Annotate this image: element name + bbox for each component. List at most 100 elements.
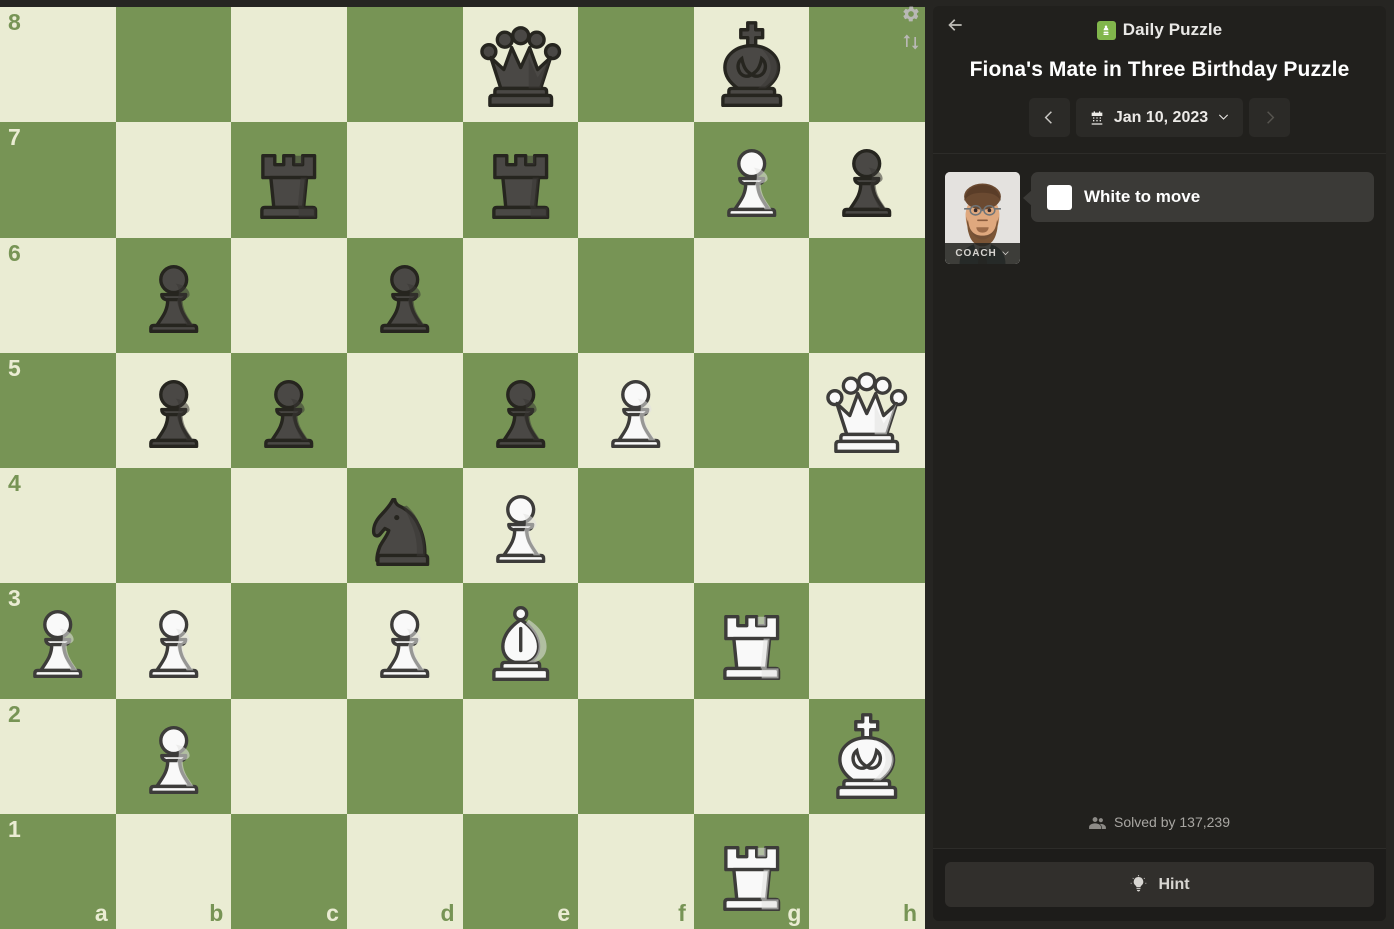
board-square-a8[interactable]: 8	[0, 7, 116, 123]
next-day-button[interactable]	[1249, 98, 1291, 137]
board-square-f1[interactable]: f	[578, 813, 694, 929]
board-square-e3[interactable]	[462, 583, 579, 699]
previous-day-button[interactable]	[1028, 98, 1070, 137]
flip-board-icon[interactable]	[901, 32, 921, 52]
board-square-f4[interactable]	[578, 468, 694, 584]
board-square-c1[interactable]: c	[231, 813, 347, 929]
board-square-e7[interactable]	[462, 122, 579, 238]
board-square-h7[interactable]	[809, 122, 925, 238]
board-square-a2[interactable]: 2	[0, 698, 116, 814]
board-square-h5[interactable]	[809, 352, 925, 468]
board-square-c6[interactable]	[231, 237, 347, 353]
board-square-c8[interactable]	[231, 7, 347, 123]
board-square-a5[interactable]: 5	[0, 352, 116, 468]
board-square-d6[interactable]	[346, 237, 463, 353]
piece-black-pawn-b6[interactable]	[116, 238, 232, 353]
piece-black-pawn-h7[interactable]	[809, 122, 925, 237]
piece-black-pawn-c5[interactable]	[231, 353, 347, 468]
board-square-d7[interactable]	[346, 122, 463, 238]
board-square-b5[interactable]	[115, 352, 232, 468]
board-square-g8[interactable]	[693, 7, 810, 123]
board-square-f8[interactable]	[578, 7, 694, 123]
board-square-d5[interactable]	[346, 352, 463, 468]
board-square-e8[interactable]	[462, 7, 579, 123]
date-picker[interactable]: Jan 10, 2023	[1075, 98, 1244, 137]
board-square-h4[interactable]	[809, 468, 925, 584]
board-square-f5[interactable]	[578, 352, 694, 468]
board-square-g5[interactable]	[693, 352, 810, 468]
piece-black-king-g8[interactable]	[694, 7, 810, 122]
board-square-g2[interactable]	[693, 698, 810, 814]
board-square-c5[interactable]	[231, 352, 347, 468]
board-square-e5[interactable]	[462, 352, 579, 468]
piece-white-pawn-b3[interactable]	[116, 583, 232, 698]
board-square-e4[interactable]	[462, 468, 579, 584]
board-square-d3[interactable]	[346, 583, 463, 699]
board-square-a3[interactable]: 3	[0, 583, 116, 699]
board-square-a6[interactable]: 6	[0, 237, 116, 353]
board-square-d1[interactable]: d	[346, 813, 463, 929]
board-square-h3[interactable]	[809, 583, 925, 699]
settings-icon[interactable]	[901, 4, 921, 24]
file-label-b: b	[209, 900, 224, 926]
board-square-b3[interactable]	[115, 583, 232, 699]
board-square-b6[interactable]	[115, 237, 232, 353]
board-square-h6[interactable]	[809, 237, 925, 353]
piece-white-pawn-f5[interactable]	[578, 353, 694, 468]
board-square-b4[interactable]	[115, 468, 232, 584]
board-square-b8[interactable]	[115, 7, 232, 123]
piece-white-pawn-e4[interactable]	[463, 468, 579, 583]
board-square-e6[interactable]	[462, 237, 579, 353]
piece-black-pawn-e5[interactable]	[463, 353, 579, 468]
board-square-g7[interactable]	[693, 122, 810, 238]
piece-white-king-h2[interactable]	[809, 699, 925, 814]
back-button[interactable]	[941, 12, 969, 38]
rank-label-1: 1	[8, 815, 21, 842]
board-square-f6[interactable]	[578, 237, 694, 353]
coach-avatar-card[interactable]: COACH	[945, 172, 1020, 264]
board-square-g4[interactable]	[693, 468, 810, 584]
chess-board[interactable]: 8 7 6 5 4 3 2 1 a b c d e f g h	[0, 7, 925, 929]
piece-black-rook-c7[interactable]	[231, 122, 347, 237]
board-square-a1[interactable]: 1a	[0, 813, 116, 929]
board-square-e1[interactable]: e	[462, 813, 579, 929]
piece-black-queen-e8[interactable]	[463, 7, 579, 122]
panel-body: COACH White to move Solved by 137,239	[933, 154, 1386, 848]
board-square-f3[interactable]	[578, 583, 694, 699]
board-square-b1[interactable]: b	[115, 813, 232, 929]
board-square-g1[interactable]: g	[693, 813, 810, 929]
board-square-a4[interactable]: 4	[0, 468, 116, 584]
board-square-c7[interactable]	[231, 122, 347, 238]
board-square-h1[interactable]: h	[809, 813, 925, 929]
board-square-g3[interactable]	[693, 583, 810, 699]
board-square-h2[interactable]	[809, 698, 925, 814]
board-square-d8[interactable]	[346, 7, 463, 123]
piece-white-bishop-e3[interactable]	[463, 583, 579, 698]
board-square-a7[interactable]: 7	[0, 122, 116, 238]
board-square-c3[interactable]	[231, 583, 347, 699]
piece-white-queen-h5[interactable]	[809, 353, 925, 468]
piece-white-pawn-a3[interactable]	[0, 583, 116, 698]
board-square-b2[interactable]	[115, 698, 232, 814]
piece-white-rook-g3[interactable]	[694, 583, 810, 698]
piece-white-pawn-b2[interactable]	[116, 699, 232, 814]
board-square-b7[interactable]	[115, 122, 232, 238]
chevron-left-icon	[1044, 111, 1052, 124]
hint-button[interactable]: Hint	[945, 862, 1374, 907]
piece-white-rook-g1[interactable]	[694, 814, 810, 929]
coach-tag[interactable]: COACH	[945, 243, 1020, 264]
board-square-d2[interactable]	[346, 698, 463, 814]
board-square-c2[interactable]	[231, 698, 347, 814]
piece-black-rook-e7[interactable]	[463, 122, 579, 237]
board-square-f7[interactable]	[578, 122, 694, 238]
piece-black-pawn-b5[interactable]	[116, 353, 232, 468]
board-square-e2[interactable]	[462, 698, 579, 814]
board-square-f2[interactable]	[578, 698, 694, 814]
piece-black-pawn-d6[interactable]	[347, 238, 463, 353]
piece-white-pawn-g7[interactable]	[694, 122, 810, 237]
board-square-d4[interactable]	[346, 468, 463, 584]
board-square-c4[interactable]	[231, 468, 347, 584]
board-square-g6[interactable]	[693, 237, 810, 353]
piece-white-pawn-d3[interactable]	[347, 583, 463, 698]
piece-black-knight-d4[interactable]	[347, 468, 463, 583]
